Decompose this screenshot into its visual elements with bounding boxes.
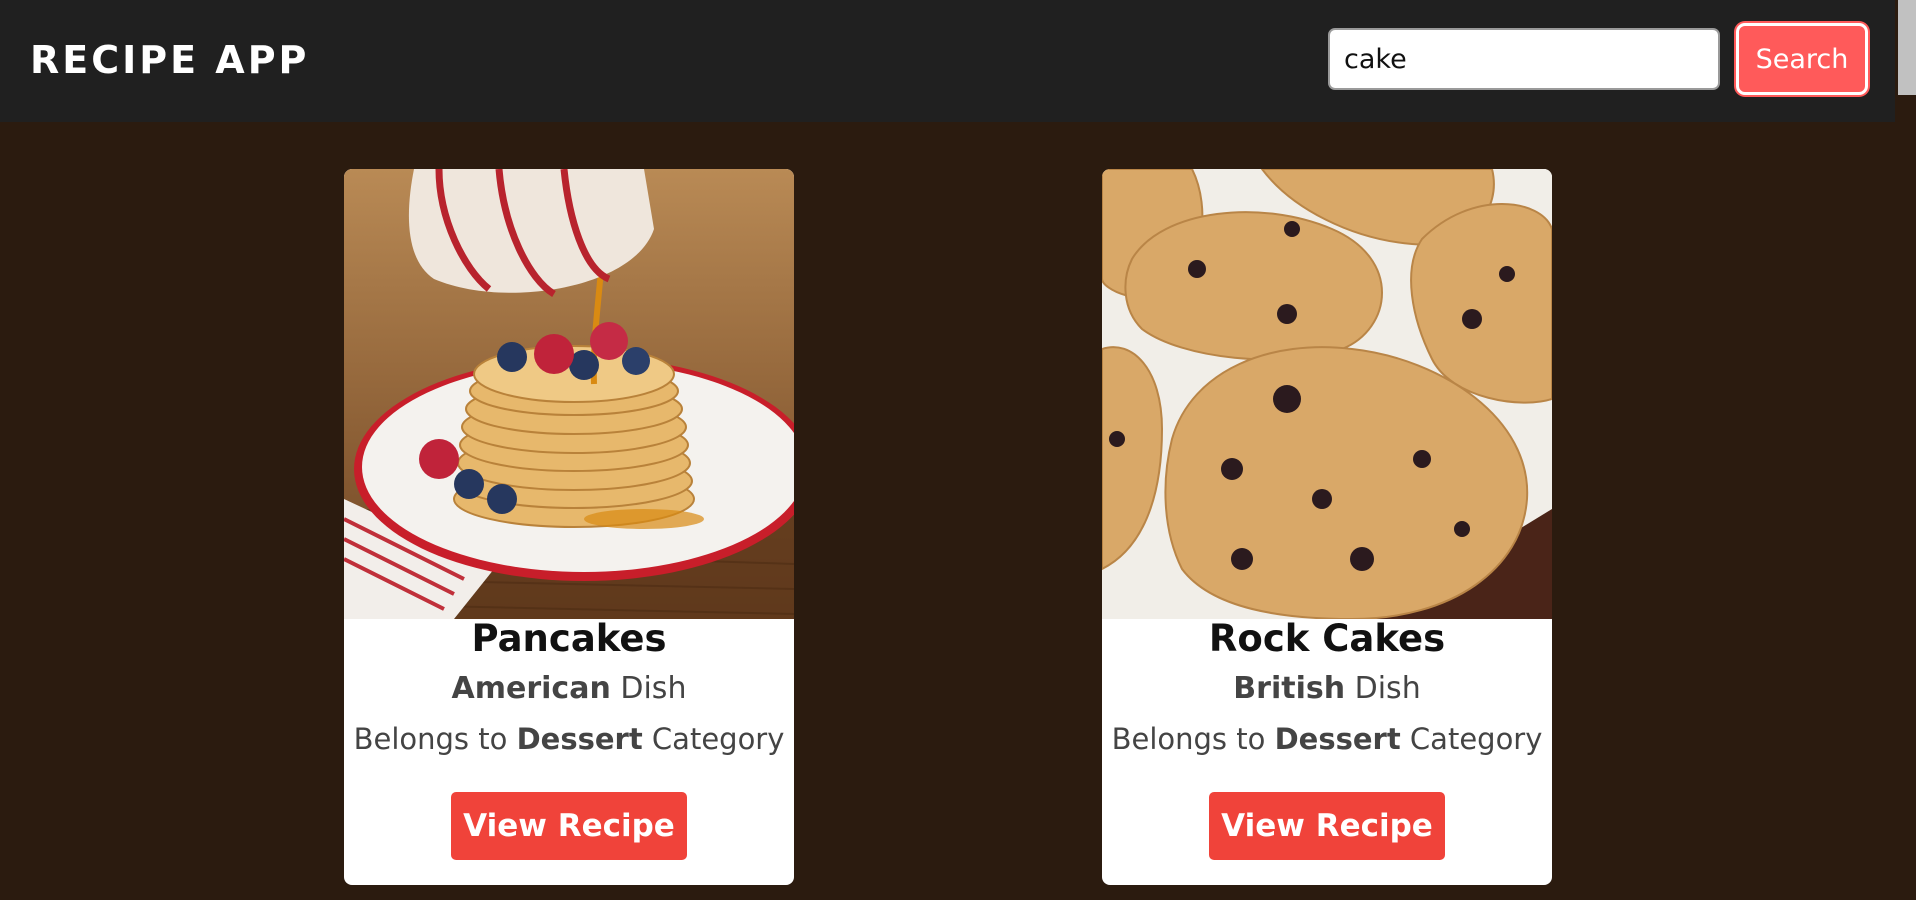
- search-button[interactable]: Search: [1736, 23, 1868, 95]
- recipe-title: Pancakes: [471, 617, 667, 660]
- category-name: Dessert: [1274, 722, 1401, 756]
- recipe-card: Rock Cakes British Dish Belongs to Desse…: [1102, 169, 1552, 885]
- rock-cakes-photo: [1102, 169, 1552, 619]
- category-suffix: Category: [651, 722, 785, 756]
- area-suffix: Dish: [1354, 671, 1421, 706]
- area-suffix: Dish: [620, 671, 687, 706]
- recipe-category: Belongs to Dessert Category: [1102, 722, 1552, 756]
- recipe-title: Rock Cakes: [1208, 617, 1446, 660]
- recipe-card: Pancakes American Dish Belongs to Desser…: [344, 169, 794, 885]
- scrollbar-thumb[interactable]: [1898, 0, 1916, 95]
- app-title: RECIPE APP: [30, 38, 310, 82]
- area-name: British: [1233, 671, 1346, 706]
- app-header: RECIPE APP Search: [0, 0, 1895, 122]
- recipe-area: American Dish: [344, 671, 794, 706]
- search-input[interactable]: [1328, 28, 1720, 90]
- area-name: American: [451, 671, 611, 706]
- category-suffix: Category: [1409, 722, 1543, 756]
- recipe-category: Belongs to Dessert Category: [344, 722, 794, 756]
- view-recipe-button[interactable]: View Recipe: [451, 792, 687, 860]
- pancakes-photo: [344, 169, 794, 619]
- category-prefix: Belongs to: [353, 722, 508, 756]
- category-prefix: Belongs to: [1111, 722, 1266, 756]
- view-recipe-button[interactable]: View Recipe: [1209, 792, 1445, 860]
- recipe-area: British Dish: [1102, 671, 1552, 706]
- category-name: Dessert: [516, 722, 643, 756]
- scrollbar-track[interactable]: [1895, 0, 1916, 900]
